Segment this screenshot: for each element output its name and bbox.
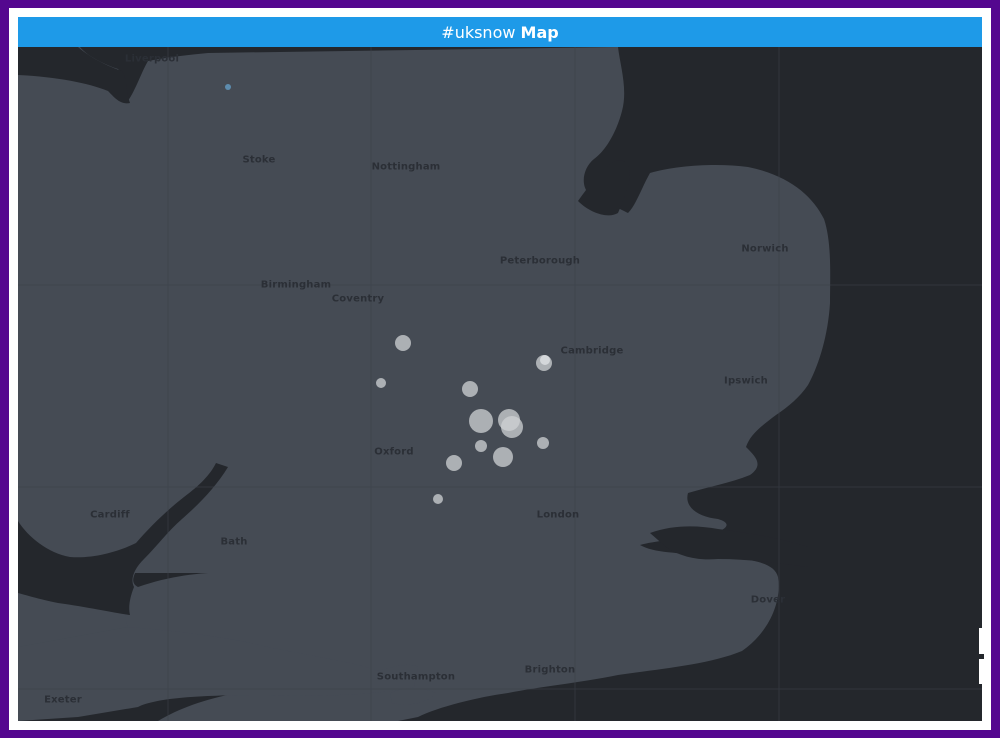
city-label-norwich: Norwich <box>741 243 789 255</box>
city-label-exeter: Exeter <box>44 694 82 706</box>
city-label-liverpool: Liverpool <box>124 53 180 65</box>
city-label-cardiff: Cardiff <box>90 509 130 521</box>
snow-marker <box>462 381 478 397</box>
snow-marker <box>469 409 493 433</box>
snow-marker-accent <box>225 84 231 90</box>
city-label-birmingham: Birmingham <box>260 279 332 291</box>
city-label-peterborough: Peterborough <box>499 255 581 267</box>
header-title: Map <box>520 23 559 42</box>
city-label-brighton: Brighton <box>524 664 576 676</box>
snow-marker <box>376 378 386 388</box>
map-canvas[interactable]: Liverpool Stoke Nottingham Peterborough … <box>18 47 982 721</box>
snow-marker <box>537 437 549 449</box>
city-label-ipswich: Ipswich <box>724 375 768 387</box>
city-label-dover: Dover <box>750 594 786 606</box>
snow-marker <box>501 416 523 438</box>
header-hashtag: #uksnow <box>441 23 516 42</box>
city-label-southampton: Southampton <box>376 671 456 683</box>
snow-marker <box>446 455 462 471</box>
snow-marker <box>433 494 443 504</box>
header-bar: #uksnow Map <box>18 17 982 47</box>
snow-marker <box>395 335 411 351</box>
snow-marker <box>475 440 487 452</box>
city-label-nottingham: Nottingham <box>371 161 441 173</box>
map-app: #uksnow Map Liverpool Stoke Nottingham P… <box>18 17 982 721</box>
city-label-coventry: Coventry <box>331 293 385 305</box>
zoom-control-fragment[interactable] <box>979 628 984 684</box>
snow-marker <box>493 447 513 467</box>
city-label-cambridge: Cambridge <box>560 345 624 357</box>
city-label-london: London <box>536 509 580 521</box>
map-svg[interactable] <box>18 47 982 721</box>
city-label-oxford: Oxford <box>374 446 414 458</box>
city-label-bath: Bath <box>220 536 248 548</box>
city-label-stoke: Stoke <box>242 154 276 166</box>
snow-marker <box>540 355 550 365</box>
